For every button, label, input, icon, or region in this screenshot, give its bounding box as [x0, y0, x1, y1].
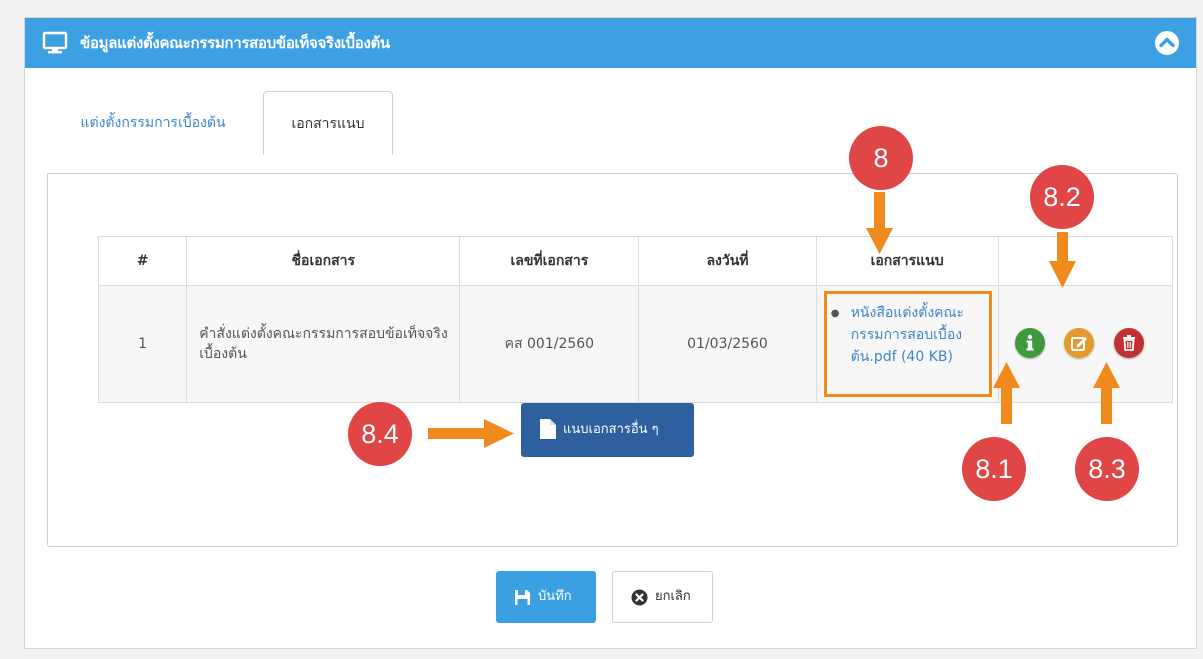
delete-button[interactable] — [1113, 328, 1144, 358]
callout-8-4: 8.4 — [348, 402, 412, 466]
callout-8-2: 8.2 — [1030, 165, 1094, 229]
callout-8-1: 8.1 — [962, 437, 1026, 501]
tab-bar: แต่งตั้งกรรมการเบื้องต้น เอกสารแนบ — [47, 91, 1178, 175]
cancel-button[interactable]: ยกเลิก — [612, 571, 713, 623]
attach-other-label: แนบเอกสารอื่น ๆ — [563, 422, 659, 437]
column-header-attachment: เอกสารแนบ — [815, 236, 999, 286]
tab-attachments[interactable]: เอกสารแนบ — [263, 91, 393, 155]
info-icon — [1026, 334, 1034, 351]
row-number: 1 — [97, 285, 188, 403]
save-label: บันทึก — [538, 589, 572, 604]
attach-other-button[interactable]: แนบเอกสารอื่น ๆ — [521, 403, 694, 457]
collapse-button[interactable] — [1155, 31, 1179, 55]
panel-title: ข้อมูลแต่งตั้งคณะกรรมการสอบข้อเท็จจริงเบ… — [80, 34, 390, 52]
documents-table: # ชื่อเอกสาร เลขที่เอกสาร ลงวันที่ เอกสา… — [97, 236, 1174, 403]
edit-button[interactable] — [1063, 328, 1094, 358]
row-doc-name: คำสั่งแต่งตั้งคณะกรรมการสอบข้อเท็จจริงเบ… — [186, 285, 461, 403]
monitor-icon — [42, 31, 68, 54]
table-row: 1 คำสั่งแต่งตั้งคณะกรรมการสอบข้อเท็จจริง… — [97, 285, 1174, 403]
save-button[interactable]: บันทึก — [496, 571, 596, 623]
column-header-number: # — [97, 236, 188, 286]
times-circle-icon — [631, 589, 648, 606]
table-header-row: # ชื่อเอกสาร เลขที่เอกสาร ลงวันที่ เอกสา… — [97, 236, 1174, 286]
column-header-doc-number: เลขที่เอกสาร — [459, 236, 640, 286]
column-header-doc-name: ชื่อเอกสาร — [186, 236, 461, 286]
panel-header: ข้อมูลแต่งตั้งคณะกรรมการสอบข้อเท็จจริงเบ… — [25, 18, 1196, 68]
chevron-up-icon — [1159, 37, 1175, 48]
row-attachment-cell: ● หนังสือแต่งตั้งคณะกรรมการสอบเบื้องต้น.… — [815, 285, 999, 403]
row-doc-number: คส 001/2560 — [459, 285, 640, 403]
info-button[interactable] — [1014, 328, 1045, 358]
floppy-disk-icon — [515, 590, 530, 605]
row-actions-cell — [997, 285, 1174, 403]
edit-icon — [1070, 337, 1087, 351]
callout-8: 8 — [849, 126, 913, 190]
callout-8-3: 8.3 — [1075, 437, 1139, 501]
tab-initial-committee[interactable]: แต่งตั้งกรรมการเบื้องต้น — [47, 91, 259, 153]
attachment-highlight-box: ● หนังสือแต่งตั้งคณะกรรมการสอบเบื้องต้น.… — [823, 291, 992, 397]
bullet-icon: ● — [830, 308, 840, 319]
document-panel: ข้อมูลแต่งตั้งคณะกรรมการสอบข้อเท็จจริงเบ… — [24, 17, 1197, 649]
column-header-date: ลงวันที่ — [638, 236, 817, 286]
attachment-link[interactable]: หนังสือแต่งตั้งคณะกรรมการสอบเบื้องต้น.pd… — [851, 302, 991, 368]
cancel-label: ยกเลิก — [655, 589, 691, 604]
column-header-actions — [997, 236, 1174, 286]
file-icon — [540, 419, 556, 439]
trash-icon — [1122, 335, 1135, 351]
row-date: 01/03/2560 — [638, 285, 817, 403]
